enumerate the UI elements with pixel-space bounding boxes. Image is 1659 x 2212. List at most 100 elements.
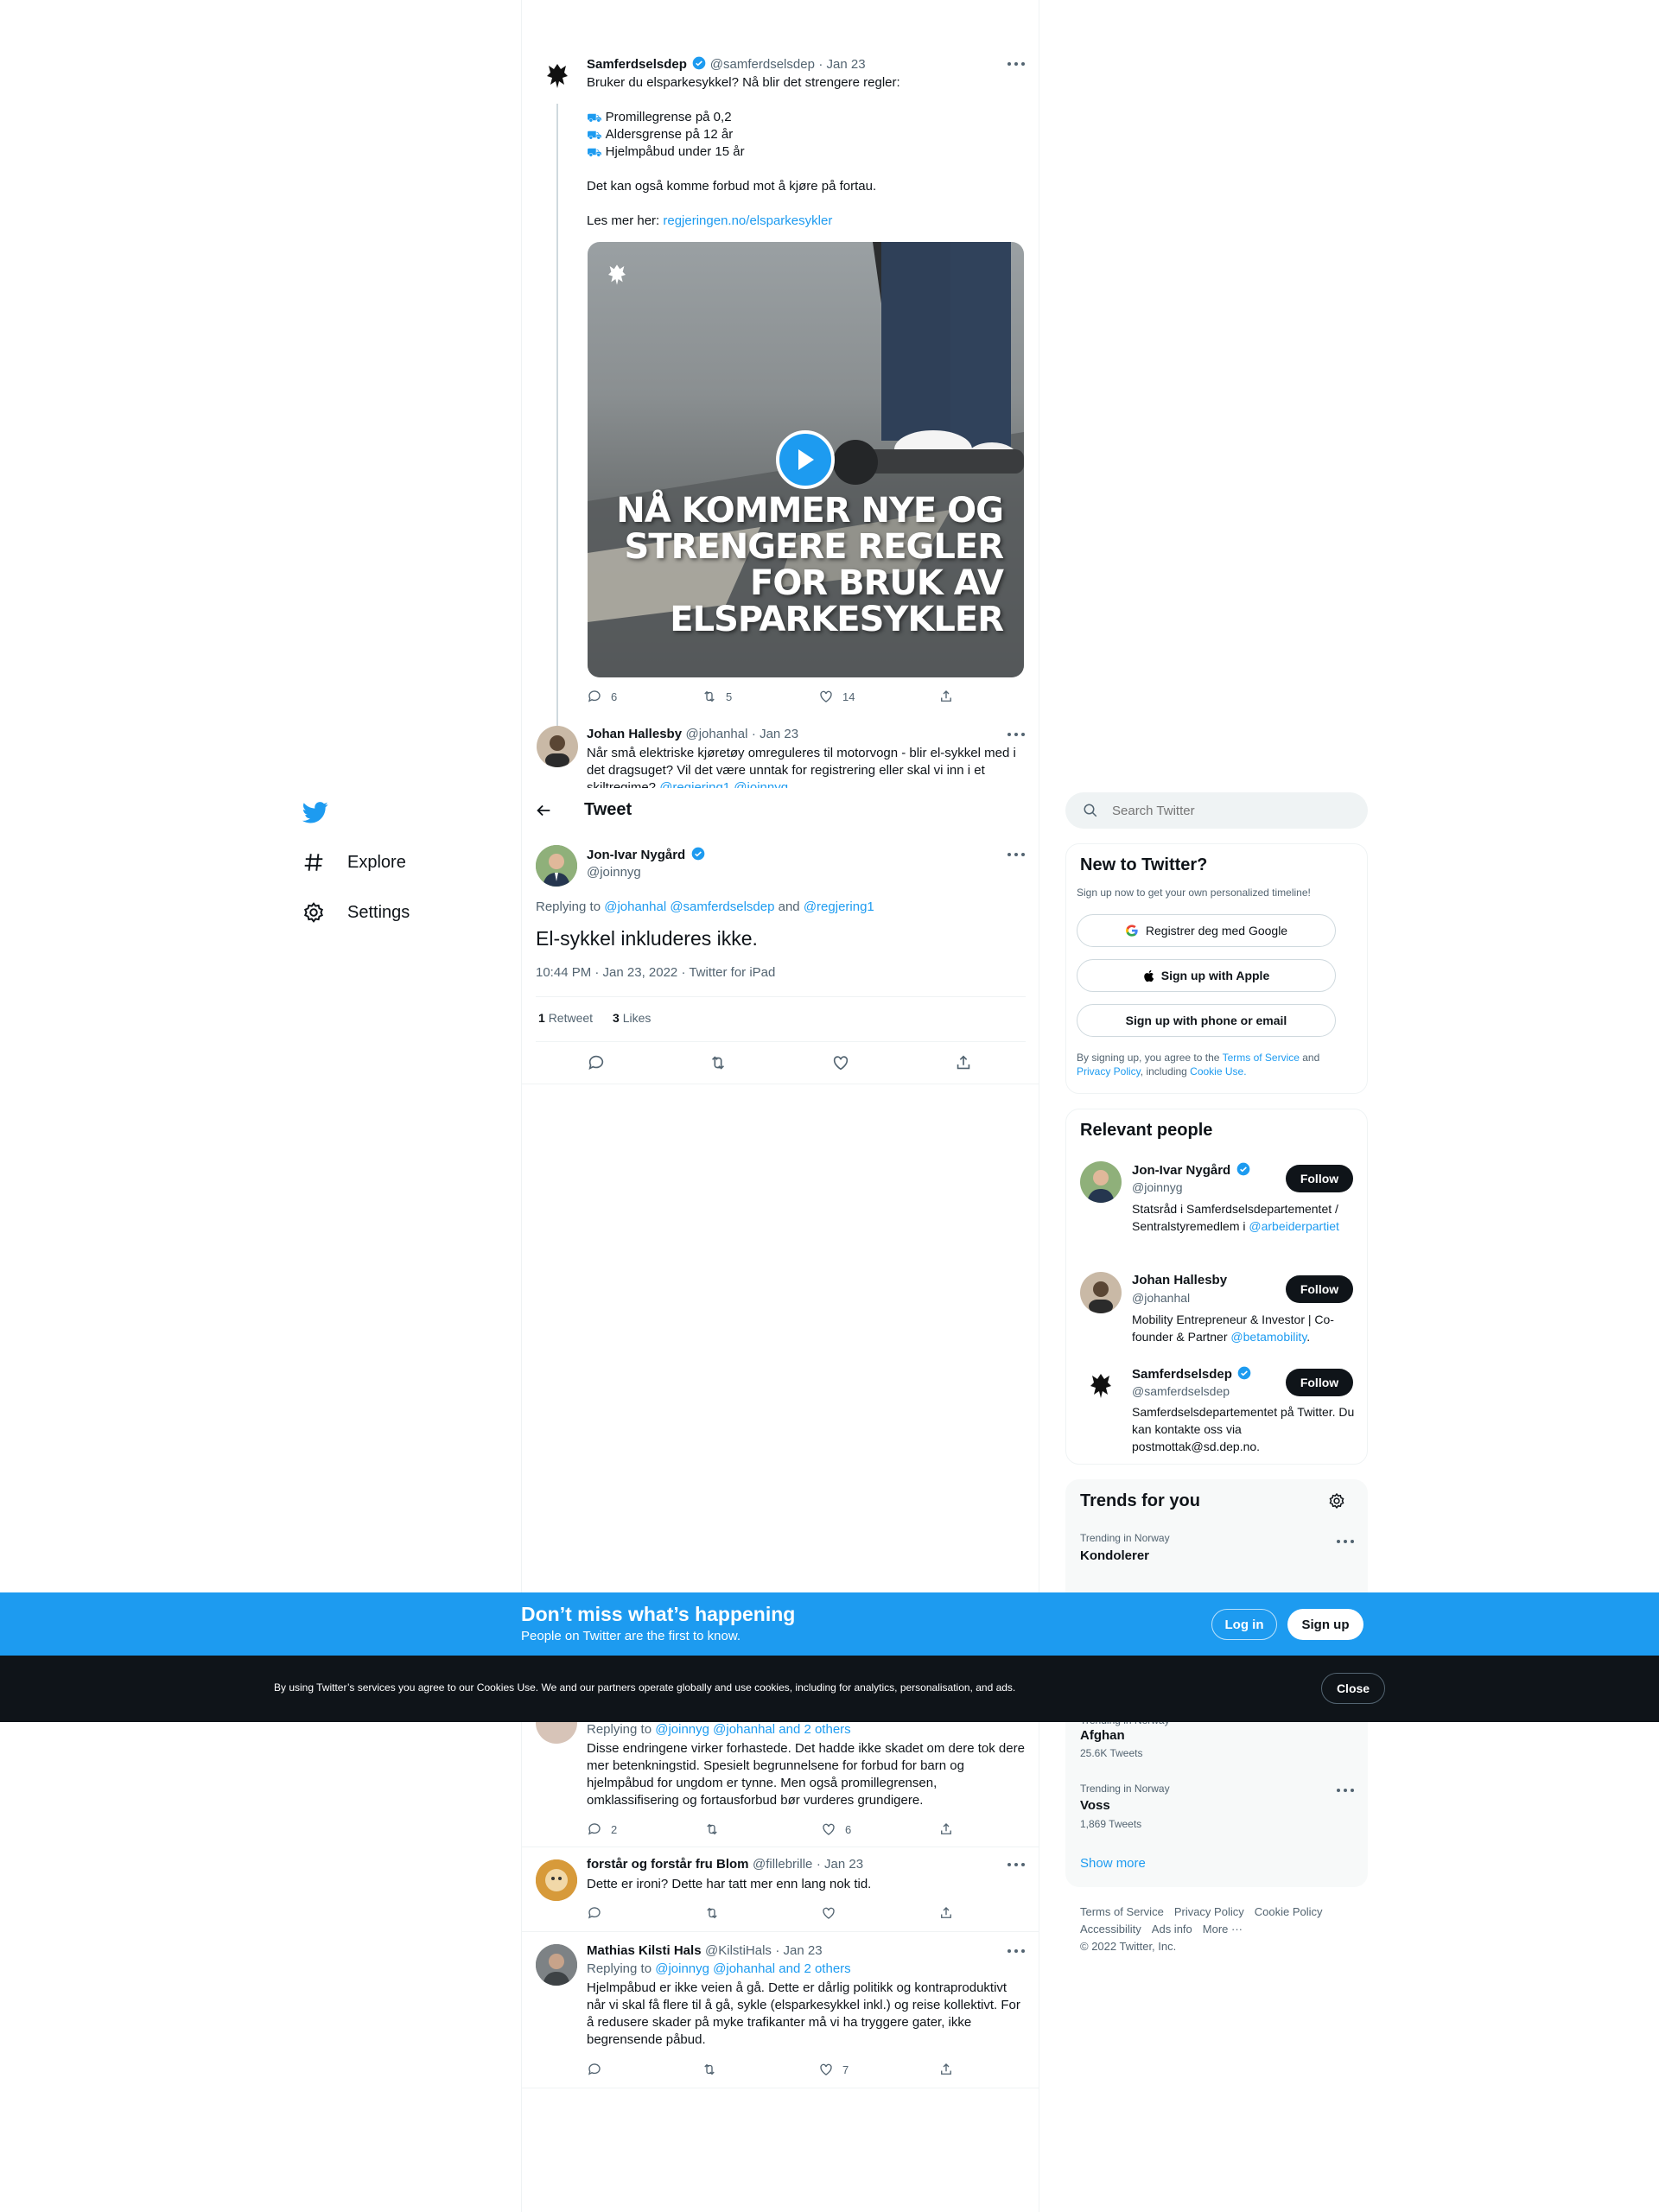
phone-signup-button[interactable]: Sign up with phone or email xyxy=(1077,1004,1336,1037)
share-button[interactable] xyxy=(954,1053,973,1072)
nav-settings[interactable]: Settings xyxy=(302,901,410,924)
twitter-logo-icon[interactable] xyxy=(302,799,328,825)
follow-button[interactable]: Follow xyxy=(1286,1275,1353,1303)
follow-button[interactable]: Follow xyxy=(1286,1369,1353,1396)
nav-explore[interactable]: Explore xyxy=(302,851,406,874)
reply-button[interactable] xyxy=(587,2062,602,2077)
signup-button[interactable]: Sign up xyxy=(1287,1609,1363,1640)
retweet-stat[interactable]: 1 Retweet xyxy=(538,1011,593,1025)
replying-mentions[interactable]: @joinnyg @johanhal and 2 others xyxy=(655,1961,850,1976)
avatar-joinnyg[interactable] xyxy=(536,845,577,887)
share-icon xyxy=(941,2063,951,2075)
author-handle[interactable]: @samferdselsdep xyxy=(710,57,815,72)
tweet-date[interactable]: · Jan 23 xyxy=(817,1857,863,1872)
tweet-date[interactable]: · Jan 23 xyxy=(752,727,798,741)
more-icon[interactable] xyxy=(1337,1540,1354,1545)
retweet-button[interactable] xyxy=(704,1821,720,1837)
google-signup-button[interactable]: Registrer deg med Google xyxy=(1077,914,1336,947)
tweet-video[interactable]: NÅ KOMMER NYE OG STRENGERE REGLER FOR BR… xyxy=(588,242,1024,677)
apple-signup-button[interactable]: Sign up with Apple xyxy=(1077,959,1336,992)
cookie-link[interactable]: Cookie Use. xyxy=(1190,1065,1246,1077)
avatar-fillebrille[interactable] xyxy=(536,1859,577,1901)
retweet-button[interactable] xyxy=(702,2062,717,2077)
share-button[interactable] xyxy=(938,689,954,704)
privacy-link[interactable]: Privacy Policy xyxy=(1077,1065,1141,1077)
author-handle[interactable]: @johanhal xyxy=(686,727,748,741)
play-button[interactable] xyxy=(776,430,835,489)
share-button[interactable] xyxy=(938,1821,954,1837)
retweet-button[interactable]: 5 xyxy=(702,689,732,704)
gear-icon[interactable] xyxy=(1328,1492,1345,1514)
avatar-johanhal[interactable] xyxy=(1080,1272,1122,1313)
tweet-mentions[interactable]: @regjering1 @joinnyg xyxy=(659,780,788,788)
search-box[interactable] xyxy=(1065,792,1368,829)
retweet-button[interactable] xyxy=(704,1905,720,1921)
like-button[interactable]: 7 xyxy=(818,2062,849,2077)
more-icon[interactable] xyxy=(1007,62,1025,67)
tweet-link[interactable]: regjeringen.no/elsparkesykler xyxy=(663,213,832,228)
like-button[interactable] xyxy=(831,1053,850,1072)
author-name[interactable]: Mathias Kilsti Hals xyxy=(587,1943,702,1958)
reply-button[interactable]: 2 xyxy=(587,1821,617,1837)
author-name[interactable]: forstår og forstår fru Blom xyxy=(587,1857,749,1872)
footer-link[interactable]: Cookie Policy xyxy=(1255,1905,1323,1918)
avatar-kilstihals[interactable] xyxy=(536,1944,577,1986)
person-handle[interactable]: @johanhal xyxy=(1132,1291,1190,1305)
author-name[interactable]: Johan Hallesby xyxy=(587,727,682,741)
more-icon[interactable] xyxy=(1337,1789,1354,1794)
tweet-date[interactable]: · Jan 23 xyxy=(775,1943,822,1958)
more-icon[interactable] xyxy=(1007,1863,1025,1868)
author-name[interactable]: Samferdselsdep xyxy=(587,57,687,72)
back-arrow-icon[interactable] xyxy=(534,801,553,824)
like-button[interactable]: 6 xyxy=(821,1821,851,1837)
like-stat[interactable]: 3 Likes xyxy=(613,1011,651,1025)
reply-button[interactable]: 6 xyxy=(587,689,617,704)
follow-button[interactable]: Follow xyxy=(1286,1165,1353,1192)
footer-link[interactable]: Ads info xyxy=(1152,1923,1192,1936)
login-button[interactable]: Log in xyxy=(1211,1609,1277,1640)
tweet-timestamp[interactable]: 10:44 PM · Jan 23, 2022 · Twitter for iP… xyxy=(536,965,775,980)
trend-name[interactable]: Afghan xyxy=(1080,1728,1125,1743)
bio-link[interactable]: @arbeiderpartiet xyxy=(1249,1219,1339,1233)
author-handle[interactable]: @joinnyg xyxy=(587,865,641,880)
like-button[interactable]: 14 xyxy=(818,689,855,704)
replying-mentions[interactable]: @johanhal @samferdselsdep xyxy=(604,899,774,914)
person-handle[interactable]: @samferdselsdep xyxy=(1132,1384,1230,1398)
reply-text: Disse endringene virker forhastede. Det … xyxy=(587,1741,1025,1808)
avatar-johanhal[interactable] xyxy=(537,726,578,767)
footer-link[interactable]: Terms of Service xyxy=(1080,1905,1164,1918)
author-name[interactable]: Jon-Ivar Nygård xyxy=(587,848,685,862)
tos-link[interactable]: Terms of Service xyxy=(1223,1052,1300,1064)
cookie-close-button[interactable]: Close xyxy=(1321,1673,1385,1704)
avatar-joinnyg[interactable] xyxy=(1080,1161,1122,1203)
person-name[interactable]: Johan Hallesby xyxy=(1132,1273,1227,1287)
more-icon[interactable] xyxy=(1007,853,1025,858)
bio-link[interactable]: @betamobility xyxy=(1230,1330,1306,1344)
retweet-button[interactable] xyxy=(709,1053,728,1072)
footer-link[interactable]: Privacy Policy xyxy=(1174,1905,1244,1918)
trend-name[interactable]: Kondolerer xyxy=(1080,1548,1149,1563)
heart-icon xyxy=(823,1823,835,1835)
trend-name[interactable]: Voss xyxy=(1080,1798,1110,1813)
footer-link[interactable]: More ··· xyxy=(1203,1923,1243,1936)
share-button[interactable] xyxy=(938,2062,954,2077)
avatar-samferdselsdep[interactable] xyxy=(537,55,578,97)
replying-mentions[interactable]: @joinnyg @johanhal and 2 others xyxy=(655,1722,850,1737)
reply-button[interactable] xyxy=(587,1053,606,1072)
share-button[interactable] xyxy=(938,1905,954,1921)
person-name[interactable]: Jon-Ivar Nygård xyxy=(1132,1163,1230,1178)
author-handle[interactable]: @KilstiHals xyxy=(705,1943,772,1958)
author-handle[interactable]: @fillebrille xyxy=(753,1857,812,1872)
person-name[interactable]: Samferdselsdep xyxy=(1132,1367,1232,1382)
person-handle[interactable]: @joinnyg xyxy=(1132,1180,1183,1194)
tweet-date[interactable]: · Jan 23 xyxy=(818,57,865,72)
reply-button[interactable] xyxy=(587,1905,602,1921)
footer-link[interactable]: Accessibility xyxy=(1080,1923,1141,1936)
avatar-samferdselsdep[interactable] xyxy=(1080,1365,1122,1407)
more-icon[interactable] xyxy=(1007,1949,1025,1955)
show-more-link[interactable]: Show more xyxy=(1080,1856,1146,1871)
replying-mention-last[interactable]: @regjering1 xyxy=(804,899,874,914)
search-input[interactable] xyxy=(1112,803,1337,818)
more-icon[interactable] xyxy=(1007,733,1025,738)
like-button[interactable] xyxy=(821,1905,836,1921)
